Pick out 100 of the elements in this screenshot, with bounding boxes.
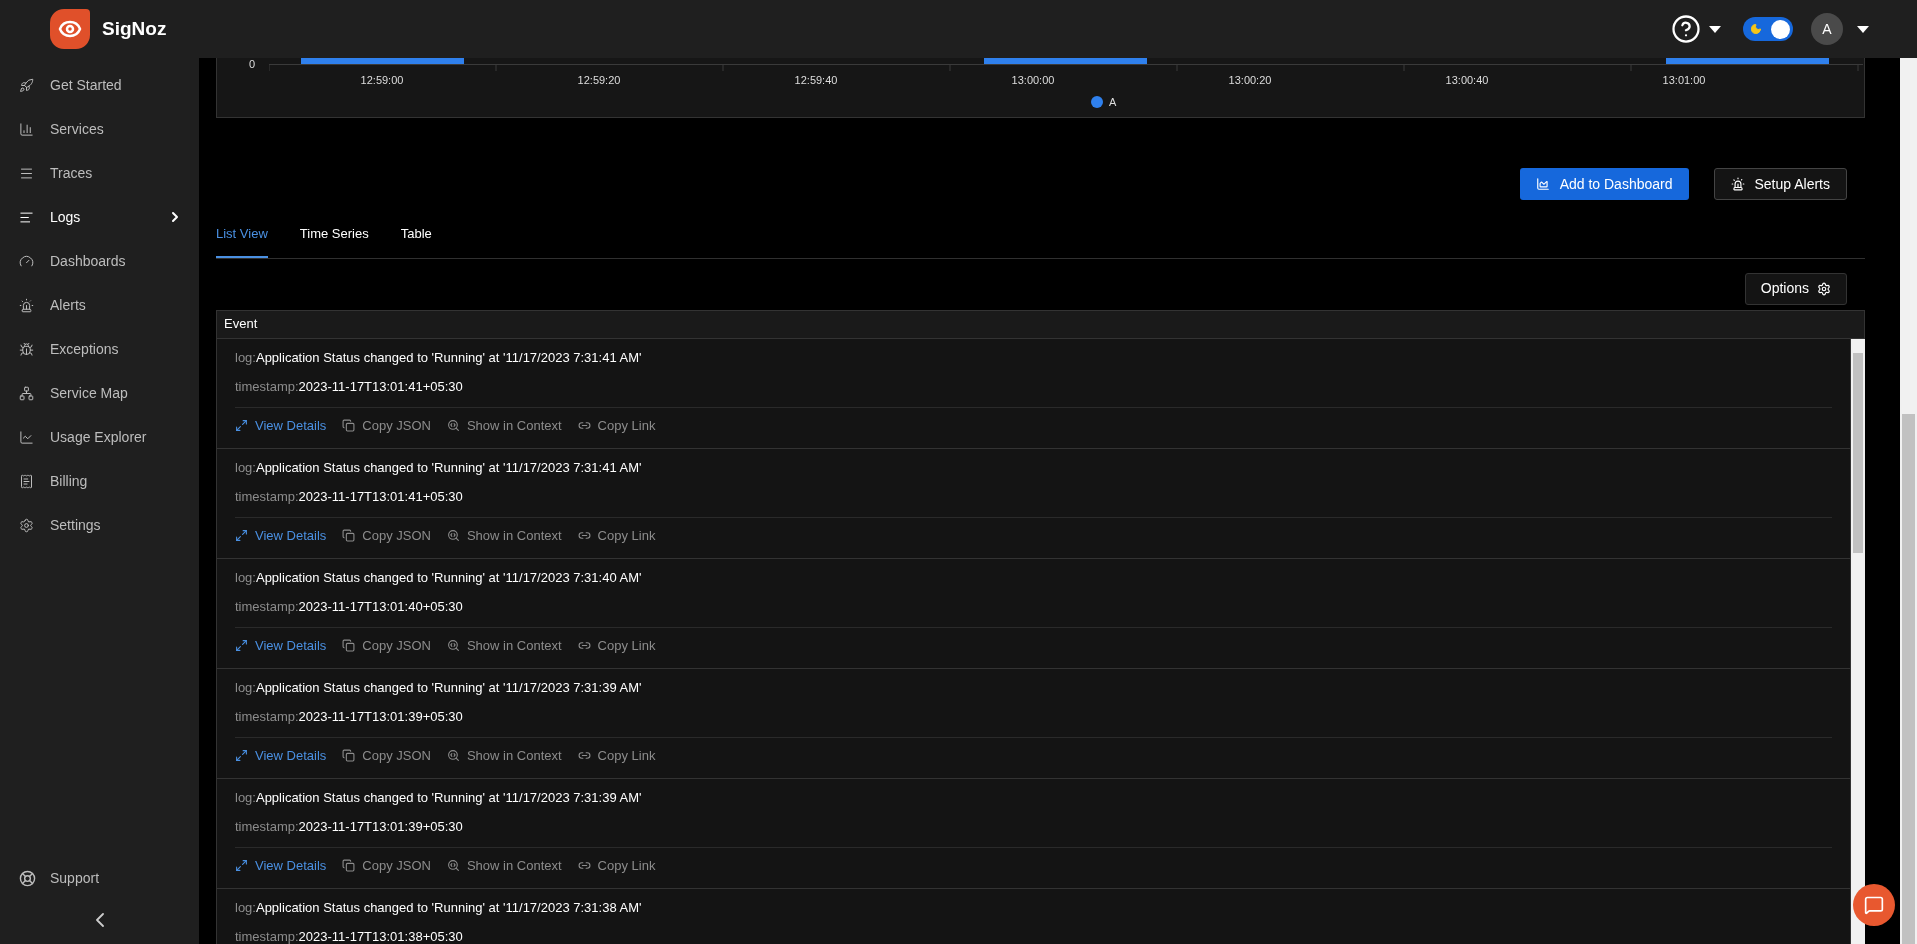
siren-icon — [19, 297, 34, 313]
help-button[interactable] — [1671, 14, 1721, 44]
sidebar-item[interactable]: Billing — [0, 459, 199, 503]
row-action-link[interactable]: Copy JSON — [342, 525, 431, 545]
expand-icon — [235, 858, 248, 872]
log-timestamp: timestamp:2023-11-17T13:01:39+05:30 — [235, 818, 464, 836]
search-icon — [446, 638, 460, 652]
row-action-link[interactable]: Copy Link — [577, 855, 656, 875]
sidebar-item[interactable]: Services — [0, 107, 199, 151]
row-action-link[interactable]: Show in Context — [446, 415, 562, 435]
line-chart-icon — [19, 429, 34, 445]
area-chart-icon — [1535, 177, 1550, 191]
row-action-link[interactable]: View Details — [235, 635, 327, 655]
log-message: log:Application Status changed to 'Running' at '11/17/2023 7:31:41 AM' — [235, 458, 643, 477]
axis-tick-label: 0 — [249, 57, 256, 72]
settings-icon — [1817, 281, 1831, 296]
bug-icon — [19, 341, 34, 357]
axis-time-label: 13:00:20 — [1228, 73, 1272, 88]
axis-time-label: 12:59:40 — [794, 73, 838, 88]
lines-icon — [19, 209, 34, 225]
support-link[interactable]: Support — [0, 856, 199, 900]
axis-time-label: 12:59:20 — [577, 73, 621, 88]
copy-icon — [342, 858, 356, 872]
row-action-link[interactable]: View Details — [235, 525, 327, 545]
row-action-link[interactable]: Copy JSON — [342, 635, 431, 655]
row-action-link[interactable]: Copy JSON — [342, 745, 431, 765]
sidebar-item[interactable]: Logs — [0, 195, 199, 239]
search-icon — [446, 418, 460, 432]
sidebar-item[interactable]: Exceptions — [0, 327, 199, 371]
row-action-link[interactable]: Copy Link — [577, 525, 656, 545]
expand-icon — [235, 418, 248, 432]
tab[interactable]: Time Series — [299, 224, 369, 258]
sidebar-item[interactable]: Settings — [0, 503, 199, 547]
row-action-link[interactable]: View Details — [235, 855, 327, 875]
row-action-link[interactable]: Copy Link — [577, 415, 656, 435]
log-timestamp: timestamp:2023-11-17T13:01:38+05:30 — [235, 928, 464, 944]
search-icon — [446, 858, 460, 872]
log-message: log:Application Status changed to 'Running' at '11/17/2023 7:31:40 AM' — [235, 568, 643, 587]
row-action-link[interactable]: Copy Link — [577, 745, 656, 765]
row-action-link[interactable]: Show in Context — [446, 525, 562, 545]
log-timestamp: timestamp:2023-11-17T13:01:39+05:30 — [235, 708, 464, 726]
lifebuoy-icon — [19, 869, 36, 887]
expand-icon — [235, 528, 248, 542]
menu-icon — [19, 165, 34, 181]
legend-label[interactable]: A — [1109, 94, 1117, 111]
axis-time-label: 13:00:40 — [1445, 73, 1489, 88]
log-message: log:Application Status changed to 'Running' at '11/17/2023 7:31:38 AM' — [235, 898, 643, 917]
sidebar-item[interactable]: Traces — [0, 151, 199, 195]
theme-toggle[interactable] — [1743, 17, 1793, 41]
copy-icon — [342, 418, 356, 432]
search-icon — [446, 748, 460, 762]
chat-button[interactable] — [1853, 884, 1895, 926]
expand-icon — [235, 638, 248, 652]
log-message: log:Application Status changed to 'Running' at '11/17/2023 7:31:41 AM' — [235, 348, 643, 367]
log-timestamp: timestamp:2023-11-17T13:01:41+05:30 — [235, 378, 464, 396]
avatar[interactable]: A — [1811, 13, 1843, 45]
row-action-link[interactable]: Show in Context — [446, 635, 562, 655]
event-column-header: Event — [216, 309, 1865, 339]
receipt-icon — [19, 473, 34, 489]
page-scrollbar[interactable] — [1900, 58, 1917, 944]
chevron-left-icon — [95, 913, 104, 927]
axis-time-label: 12:59:00 — [360, 73, 404, 88]
row-action-link[interactable]: Show in Context — [446, 855, 562, 875]
row-action-link[interactable]: View Details — [235, 745, 327, 765]
row-action-link[interactable]: Copy JSON — [342, 415, 431, 435]
row-action-link[interactable]: View Details — [235, 415, 327, 435]
brand-name: SigNoz — [102, 16, 167, 41]
siren-icon — [1730, 177, 1745, 191]
settings-icon — [19, 517, 34, 533]
sidebar-item[interactable]: Get Started — [0, 63, 199, 107]
sidebar-item[interactable]: Usage Explorer — [0, 415, 199, 459]
copy-icon — [342, 638, 356, 652]
log-message: log:Application Status changed to 'Running' at '11/17/2023 7:31:39 AM' — [235, 788, 643, 807]
sidebar-item[interactable]: Service Map — [0, 371, 199, 415]
search-icon — [446, 528, 460, 542]
chat-icon — [1864, 895, 1884, 915]
help-icon — [1671, 14, 1701, 44]
copy-icon — [342, 528, 356, 542]
gauge-icon — [19, 253, 34, 269]
log-timestamp: timestamp:2023-11-17T13:01:41+05:30 — [235, 488, 464, 506]
caret-icon[interactable] — [1857, 25, 1869, 33]
bar-chart-icon — [19, 121, 34, 137]
setup-alerts-button[interactable]: Setup Alerts — [1713, 168, 1847, 200]
options-button[interactable]: Options — [1744, 272, 1847, 305]
expand-icon — [235, 748, 248, 762]
scrollbar[interactable] — [1851, 338, 1865, 944]
tab[interactable]: List View — [216, 224, 268, 258]
rocket-icon — [19, 77, 34, 93]
network-icon — [19, 385, 34, 401]
sidebar-item[interactable]: Dashboards — [0, 239, 199, 283]
add-to-dashboard-button[interactable]: Add to Dashboard — [1519, 168, 1689, 200]
copy-icon — [342, 748, 356, 762]
axis-time-label: 13:01:00 — [1662, 73, 1706, 88]
sidebar-item[interactable]: Alerts — [0, 283, 199, 327]
axis-time-label: 13:00:00 — [1011, 73, 1055, 88]
row-action-link[interactable]: Copy Link — [577, 635, 656, 655]
row-action-link[interactable]: Copy JSON — [342, 855, 431, 875]
log-message: log:Application Status changed to 'Running' at '11/17/2023 7:31:39 AM' — [235, 678, 643, 697]
row-action-link[interactable]: Show in Context — [446, 745, 562, 765]
tab[interactable]: Table — [400, 224, 432, 258]
